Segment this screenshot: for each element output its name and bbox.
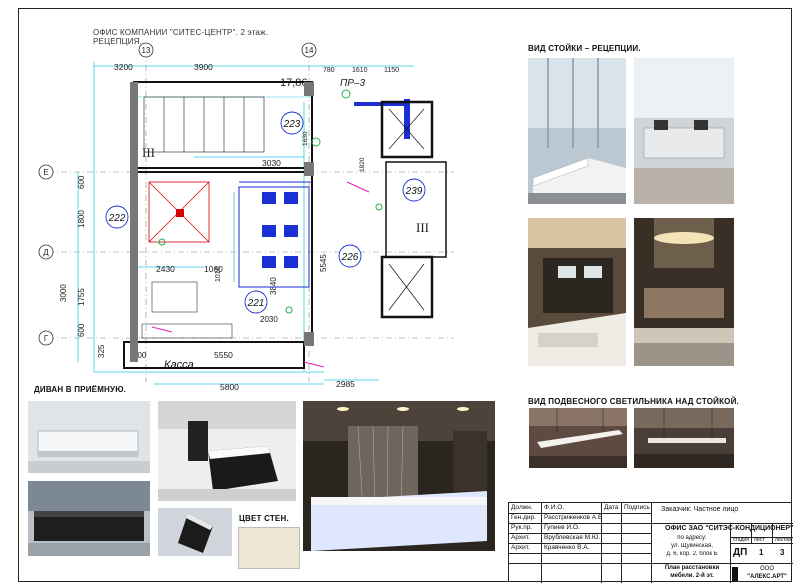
axis-label-g: Г <box>44 334 49 343</box>
photo-reception-3 <box>528 218 626 366</box>
tb-name-4: Кравченко В.А. <box>544 544 590 551</box>
tb-office: ОФИС ЗАО "СИТЭС-КОНДИЦИОНЕР" <box>665 525 793 532</box>
dim-3200: 3200 <box>114 62 133 72</box>
tb-name-3: Врублевская М.Ю. <box>544 534 601 541</box>
photo-reception-4 <box>634 218 734 366</box>
tb-sheet: 1 <box>759 548 764 557</box>
photo-sofa-4 <box>158 508 232 556</box>
tb-role-4: Архит. <box>511 544 530 551</box>
dim-325: 325 <box>97 344 106 358</box>
axis-label-e: Е <box>43 168 48 177</box>
dim-1060: 1060 <box>204 264 223 274</box>
dim-1820: 1820 <box>359 157 366 172</box>
tb-drawing-1: План расстановки <box>664 565 720 571</box>
tb-address-1: по адресу: <box>677 535 707 541</box>
room-226: 226 <box>341 252 359 263</box>
tb-sheets-header: листов <box>775 537 791 543</box>
tb-header-name: Ф.И.О. <box>544 504 565 511</box>
section-lamp-label: ВИД ПОДВЕСНОГО СВЕТИЛЬНИКА НАД СТОЙКОЙ. <box>528 397 739 406</box>
dim-3000: 3000 <box>59 284 68 302</box>
tb-role-3: Архит. <box>511 534 530 541</box>
section-reception-label: ВИД СТОЙКИ – РЕЦЕПЦИИ. <box>528 44 641 53</box>
photo-reception-2 <box>634 58 734 204</box>
dim-600-bottom: 600 <box>77 323 86 337</box>
tb-stage: ДП <box>733 547 748 558</box>
room-223: 223 <box>283 119 301 130</box>
tb-company-1: ООО <box>759 566 774 572</box>
axis-label-d: Д <box>43 248 49 257</box>
dim-2430: 2430 <box>156 264 175 274</box>
photo-sofa-3 <box>158 401 296 501</box>
section-wall-label: ЦВЕТ СТЕН. <box>239 514 289 523</box>
dim-5545: 5545 <box>319 254 328 272</box>
tb-header-role: Должн. <box>511 504 533 511</box>
tb-role-1: Ген.дир. <box>511 514 536 521</box>
dim-3030: 3030 <box>262 158 281 168</box>
tb-customer: Заказчик: Частное лицо <box>661 506 739 513</box>
kassa-label: Касса <box>164 359 194 371</box>
dim-pr3: ПР–3 <box>340 78 365 89</box>
photo-reception-1 <box>528 58 626 204</box>
room-222: 222 <box>108 213 126 224</box>
tb-sheet-header: лист <box>754 537 765 543</box>
tb-name-1: Расстриженков А.В. <box>544 514 601 521</box>
tb-sheets: 3 <box>780 548 785 557</box>
tb-stage-header: стадия <box>733 537 749 543</box>
photo-lamp-1 <box>529 408 627 468</box>
dim-600-top: 600 <box>77 175 86 189</box>
photo-sofa-1 <box>28 401 150 473</box>
roman-right: III <box>416 220 429 235</box>
floor-plan: 13 14 Е Д Г 3900 3200 780 1610 1150 17,8… <box>34 42 496 392</box>
dim-3840: 3840 <box>269 277 278 295</box>
company-logo-icon <box>732 567 738 581</box>
tb-header-date: Дата <box>604 504 619 511</box>
dim-2985: 2985 <box>336 379 355 389</box>
axis-label-14: 14 <box>305 46 314 55</box>
photo-lamp-2 <box>634 408 734 468</box>
room-239: 239 <box>405 186 423 197</box>
tb-address-2: ул. Щукинская, <box>671 543 713 549</box>
tb-drawing-2: мебели. 2-й эт. <box>670 573 714 579</box>
tb-header-sign: Подпись <box>624 504 650 511</box>
axis-label-13: 13 <box>142 46 151 55</box>
tb-address-3: д. 6, кор. 2, блок Б <box>666 551 718 557</box>
dim-1150: 1150 <box>384 67 399 74</box>
dim-1630: 1630 <box>302 131 309 146</box>
dim-2030: 2030 <box>260 315 278 324</box>
room-221: 221 <box>247 298 265 309</box>
dim-5800: 5800 <box>220 382 239 392</box>
roman-left: III <box>142 145 155 160</box>
dim-3900: 3900 <box>194 62 213 72</box>
dim-5550: 5550 <box>214 350 233 360</box>
dim-780: 780 <box>323 67 335 74</box>
section-sofa-label: ДИВАН В ПРИЁМНУЮ. <box>34 385 127 394</box>
photo-sofa-2 <box>28 481 150 556</box>
tb-name-2: Гупиев И.О. <box>544 524 580 531</box>
dim-1610: 1610 <box>352 67 368 74</box>
photo-reception-desk <box>303 401 495 551</box>
dim-1755: 1755 <box>77 288 86 306</box>
dim-1800: 1800 <box>77 210 86 228</box>
tb-role-2: Рук.пр. <box>511 524 533 531</box>
tb-company-2: "АЛЕКС.АРТ" <box>747 574 787 580</box>
wall-color-swatch <box>238 527 300 569</box>
plan-title: ОФИС КОМПАНИИ "СИТЕС-ЦЕНТР". 2 этаж. <box>93 28 269 37</box>
title-block: Должн. Ф.И.О. Дата Подпись Ген.дир. Расс… <box>508 502 793 583</box>
